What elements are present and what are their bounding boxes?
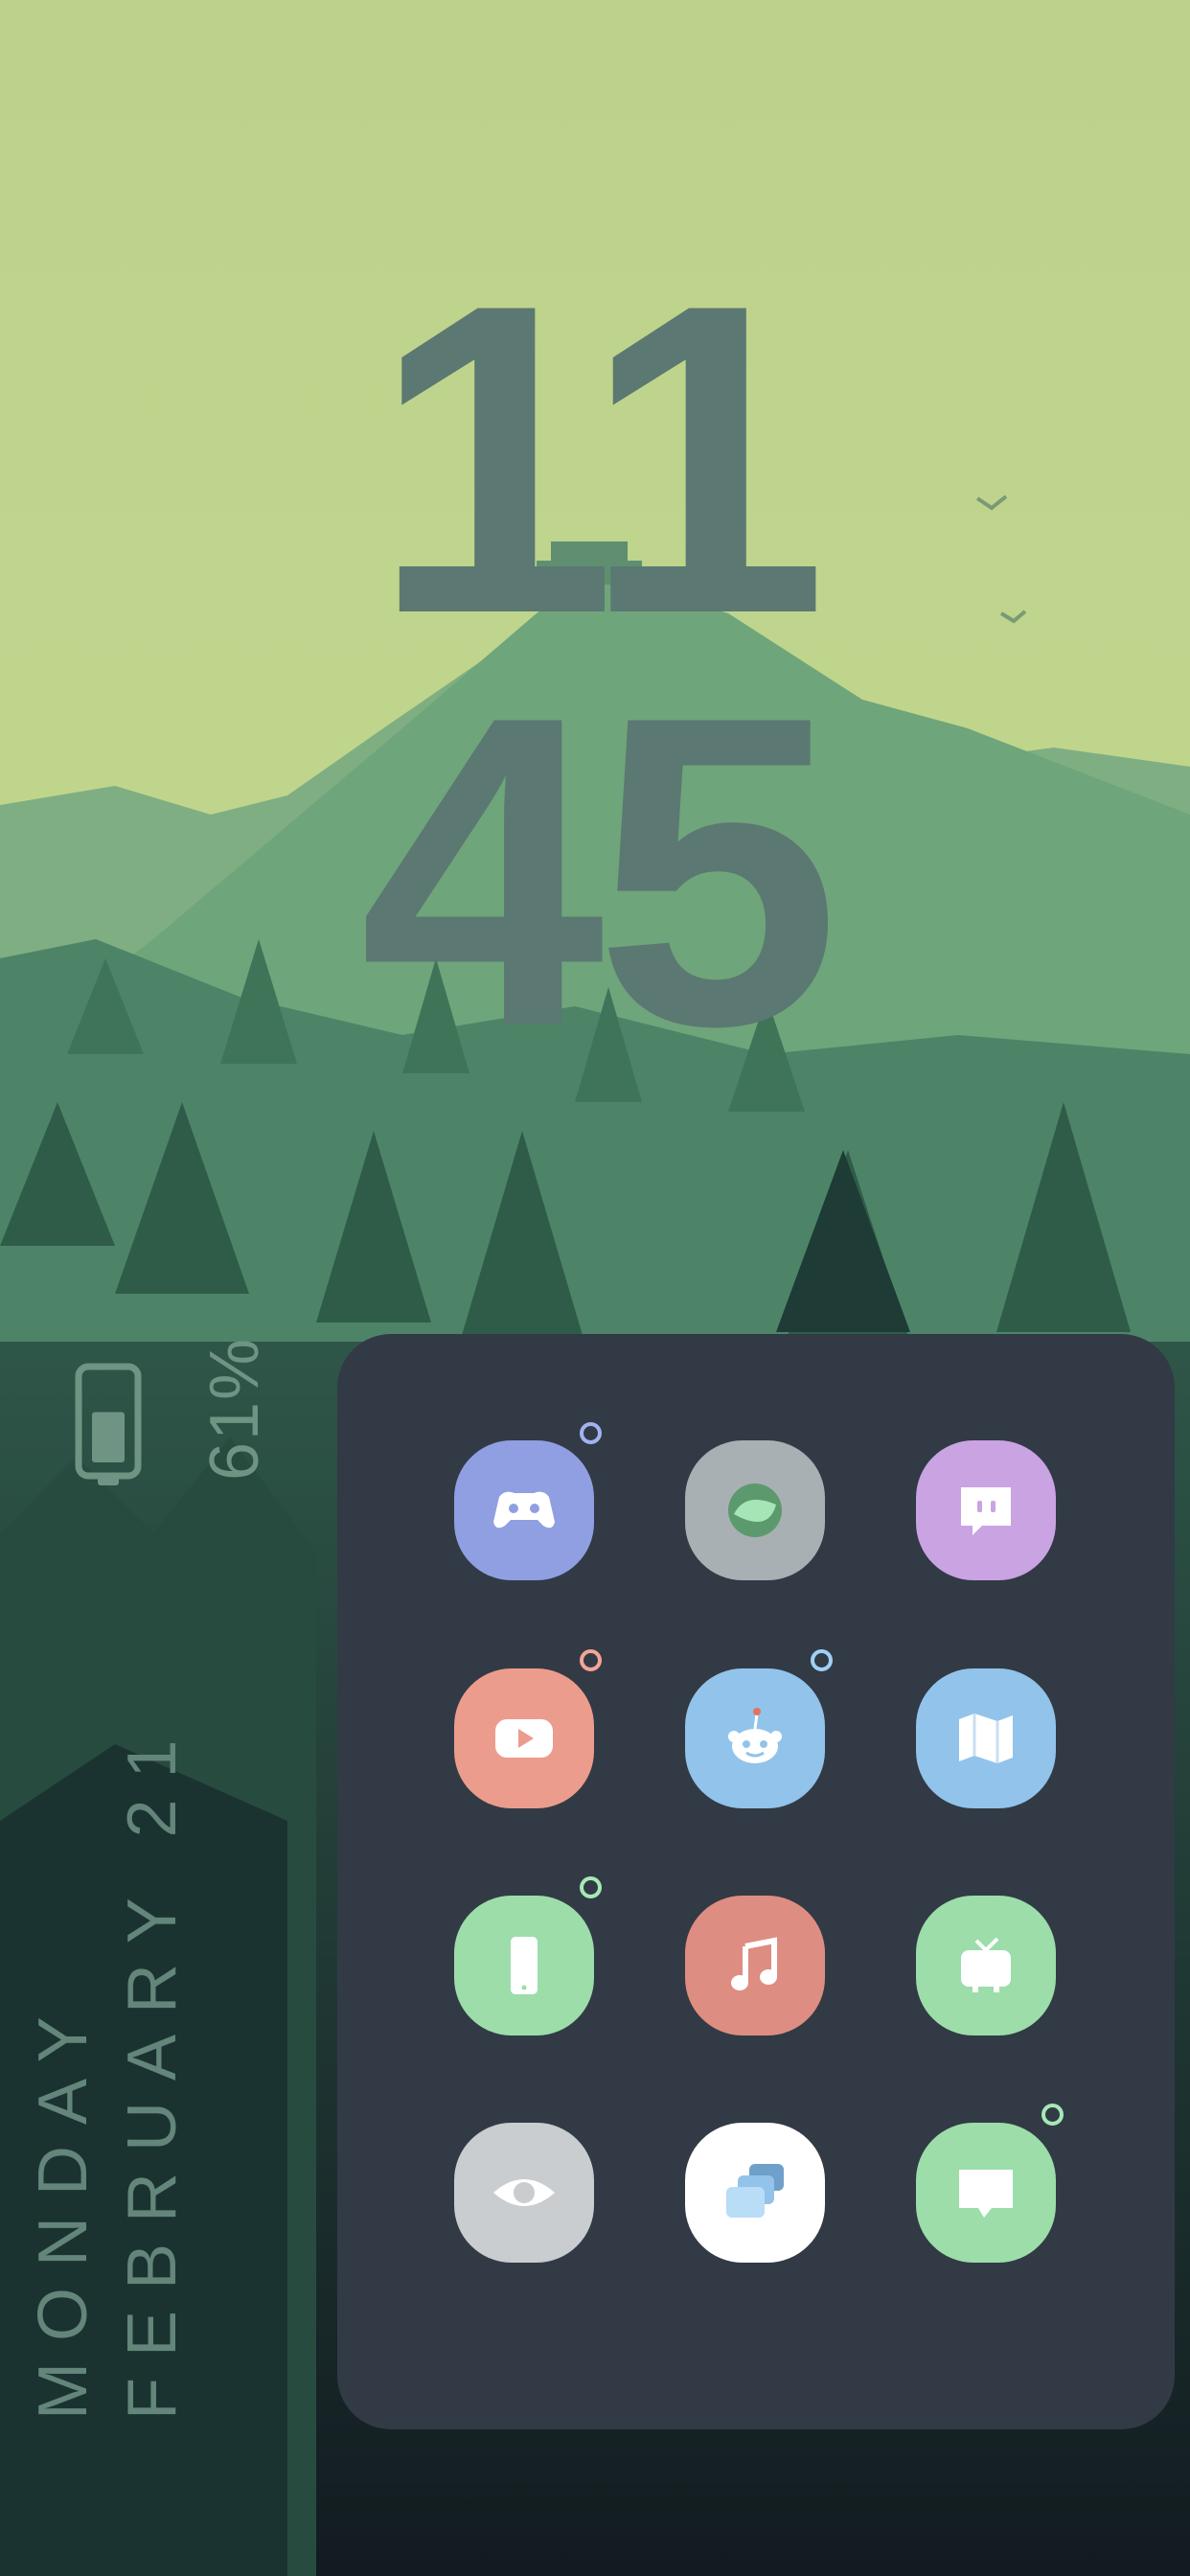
notification-dot xyxy=(811,1649,833,1671)
app-music[interactable] xyxy=(685,1896,825,2036)
app-maps[interactable] xyxy=(916,1668,1056,1808)
battery-percent: 61% xyxy=(196,1336,273,1482)
app-phone[interactable] xyxy=(454,1896,594,2036)
reddit-alien-icon xyxy=(728,1708,782,1763)
message-bubble-icon xyxy=(959,2170,1013,2218)
smartphone-icon xyxy=(511,1937,538,1994)
app-youtube[interactable] xyxy=(454,1668,594,1808)
battery-icon xyxy=(75,1363,142,1485)
tv-icon xyxy=(961,1937,1011,1992)
notification-dot xyxy=(1041,2104,1064,2126)
app-discord[interactable] xyxy=(454,1440,594,1580)
eye-icon xyxy=(493,2179,555,2206)
stacked-windows-icon xyxy=(726,2164,784,2218)
map-icon xyxy=(959,1714,1013,1763)
gamepad-icon xyxy=(493,1491,555,1529)
notification-dot xyxy=(580,1422,602,1444)
app-multitask[interactable] xyxy=(685,2123,825,2263)
app-drawer-panel xyxy=(337,1334,1175,2429)
app-eye[interactable] xyxy=(454,2123,594,2263)
notification-dot xyxy=(580,1876,602,1898)
notification-dot xyxy=(580,1649,602,1671)
app-google-one[interactable] xyxy=(685,1440,825,1580)
date-weekday: MONDAY xyxy=(25,1995,102,2420)
clock-hours: 11 xyxy=(371,214,828,705)
circle-leaf-icon xyxy=(728,1484,782,1537)
music-note-icon xyxy=(731,1937,777,1990)
play-icon xyxy=(495,1719,553,1758)
app-twitch[interactable] xyxy=(916,1440,1056,1580)
clock-minutes: 45 xyxy=(359,626,840,1117)
app-messages[interactable] xyxy=(916,2123,1056,2263)
app-tv[interactable] xyxy=(916,1896,1056,2036)
app-reddit[interactable] xyxy=(685,1668,825,1808)
chat-face-icon xyxy=(961,1487,1011,1535)
date-month-day: FEBRUARY 21 xyxy=(114,1718,191,2420)
